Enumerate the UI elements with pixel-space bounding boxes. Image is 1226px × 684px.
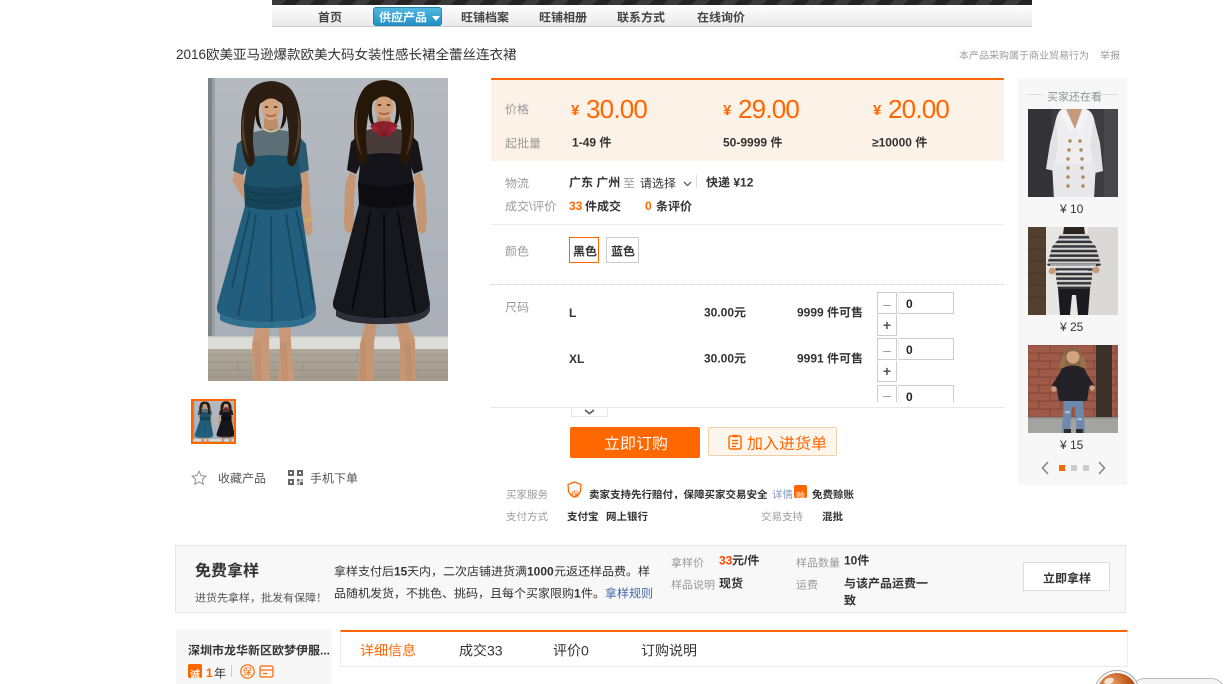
svg-text:1-49: 1-49 bbox=[572, 136, 596, 148]
svg-text:9999: 9999 bbox=[797, 306, 824, 318]
svg-text:\: \ bbox=[529, 200, 533, 212]
svg-text:¥12: ¥12 bbox=[733, 176, 753, 188]
svg-text:1: 1 bbox=[574, 587, 581, 599]
svg-text:15: 15 bbox=[394, 565, 407, 577]
svg-text:1000: 1000 bbox=[527, 565, 554, 577]
svg-text:9991: 9991 bbox=[797, 352, 824, 364]
svg-text:0: 0 bbox=[581, 643, 589, 657]
svg-text:2016: 2016 bbox=[176, 47, 206, 62]
svg-text:33: 33 bbox=[719, 554, 732, 566]
svg-text:...: ... bbox=[320, 644, 330, 656]
svg-text:33: 33 bbox=[487, 643, 503, 657]
svg-text:30.00: 30.00 bbox=[704, 306, 734, 318]
svg-text:≥10000: ≥10000 bbox=[872, 136, 912, 148]
svg-text:/: / bbox=[744, 554, 748, 566]
svg-text:30.00: 30.00 bbox=[704, 352, 734, 364]
svg-text:50-9999: 50-9999 bbox=[723, 136, 767, 148]
svg-text:保: 保 bbox=[243, 666, 252, 677]
svg-text:10: 10 bbox=[844, 554, 858, 566]
